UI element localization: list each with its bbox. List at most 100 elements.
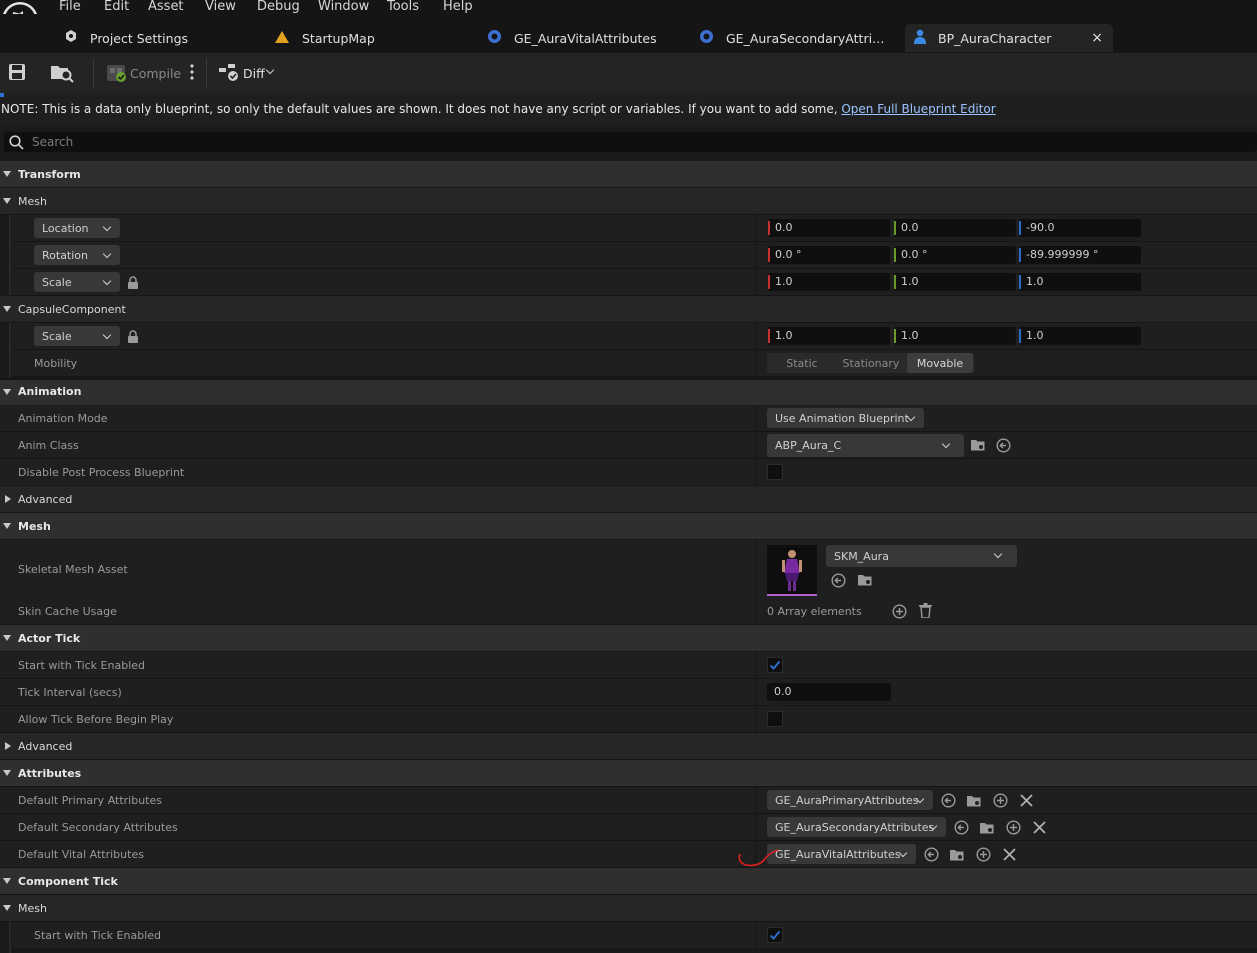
collapse-arrow-icon[interactable] bbox=[5, 495, 11, 503]
add-icon[interactable] bbox=[1006, 820, 1021, 838]
menu-asset[interactable]: Asset bbox=[148, 0, 184, 14]
use-selected-arrow-icon[interactable] bbox=[941, 793, 956, 811]
tab-bp-aura-character[interactable]: BP_AuraCharacter × bbox=[905, 24, 1113, 52]
lock-icon[interactable] bbox=[127, 330, 139, 346]
category-actor-tick[interactable] bbox=[0, 625, 1257, 652]
browse-folder-icon[interactable] bbox=[949, 848, 965, 865]
skeletal-mesh-dropdown[interactable]: SKM_Aura bbox=[826, 545, 1017, 567]
rotation-z-field[interactable]: -89.999999 ° bbox=[1019, 246, 1141, 264]
scale-y-field[interactable]: 1.0 bbox=[894, 273, 1016, 291]
capsule-scale-z-field[interactable]: 1.0 bbox=[1019, 327, 1141, 345]
animation-mode-dropdown[interactable]: Use Animation Blueprint bbox=[767, 408, 924, 428]
menu-help[interactable]: Help bbox=[443, 0, 473, 14]
diff-icon[interactable] bbox=[218, 63, 240, 86]
use-selected-arrow-icon[interactable] bbox=[831, 573, 846, 591]
advanced-animation-toggle[interactable] bbox=[0, 486, 1257, 513]
primary-attributes-dropdown[interactable]: GE_AuraPrimaryAttributes bbox=[767, 790, 933, 810]
use-selected-arrow-icon[interactable] bbox=[954, 820, 969, 838]
capsule-scale-x-field[interactable]: 1.0 bbox=[768, 327, 890, 345]
use-selected-arrow-icon[interactable] bbox=[924, 847, 939, 865]
allow-tick-checkbox[interactable] bbox=[767, 711, 783, 727]
save-icon[interactable] bbox=[8, 63, 26, 84]
tab-startup-map[interactable]: StartupMap bbox=[274, 24, 454, 52]
diff-button[interactable]: Diff bbox=[243, 66, 265, 81]
browse-folder-icon[interactable] bbox=[979, 821, 995, 838]
disable-post-process-checkbox[interactable] bbox=[767, 464, 783, 480]
expand-arrow-icon[interactable] bbox=[3, 523, 11, 529]
property-row-skin-cache-usage bbox=[0, 598, 1257, 625]
location-x-field[interactable]: 0.0 bbox=[768, 219, 890, 237]
expand-arrow-icon[interactable] bbox=[3, 635, 11, 641]
menu-debug[interactable]: Debug bbox=[257, 0, 300, 14]
accent-marker bbox=[0, 93, 4, 97]
search-input[interactable] bbox=[4, 132, 1257, 152]
location-y-field[interactable]: 0.0 bbox=[894, 219, 1016, 237]
rotation-mode-dropdown[interactable]: Rotation bbox=[34, 245, 120, 265]
browse-asset-icon[interactable] bbox=[50, 63, 74, 86]
add-icon[interactable] bbox=[976, 847, 991, 865]
expand-arrow-icon[interactable] bbox=[3, 171, 11, 177]
clear-x-icon[interactable] bbox=[1020, 794, 1033, 810]
category-component-tick[interactable] bbox=[0, 868, 1257, 895]
rotation-y-field[interactable]: 0.0 ° bbox=[894, 246, 1016, 264]
vital-attributes-dropdown[interactable]: GE_AuraVitalAttributes bbox=[767, 844, 916, 864]
column-divider bbox=[755, 787, 756, 813]
lock-icon[interactable] bbox=[127, 276, 139, 292]
expand-arrow-icon[interactable] bbox=[3, 198, 11, 204]
menu-file[interactable]: File bbox=[59, 0, 81, 14]
expand-arrow-icon[interactable] bbox=[3, 389, 11, 395]
property-row-mobility bbox=[12, 350, 1257, 377]
compile-button[interactable]: Compile bbox=[130, 66, 181, 81]
start-tick-checkbox[interactable] bbox=[767, 657, 783, 673]
mobility-stationary-option[interactable]: Stationary bbox=[837, 357, 905, 370]
use-selected-arrow-icon[interactable] bbox=[996, 438, 1011, 456]
expand-arrow-icon[interactable] bbox=[3, 770, 11, 776]
clear-x-icon[interactable] bbox=[1003, 848, 1016, 864]
mobility-static-option[interactable]: Static bbox=[771, 357, 833, 370]
scale-mode-dropdown[interactable]: Scale bbox=[34, 272, 120, 292]
add-element-icon[interactable] bbox=[892, 604, 907, 622]
add-icon[interactable] bbox=[993, 793, 1008, 811]
category-animation[interactable] bbox=[0, 378, 1257, 407]
menu-edit[interactable]: Edit bbox=[104, 0, 129, 14]
component-start-tick-checkbox[interactable] bbox=[767, 927, 783, 943]
expand-arrow-icon[interactable] bbox=[3, 306, 11, 312]
tab-ge-aura-secondary-attributes[interactable]: GE_AuraSecondaryAttri… bbox=[699, 24, 899, 52]
location-mode-dropdown[interactable]: Location bbox=[34, 218, 120, 238]
trash-icon[interactable] bbox=[919, 603, 932, 621]
expand-arrow-icon[interactable] bbox=[3, 878, 11, 884]
skeletal-mesh-thumbnail[interactable] bbox=[767, 545, 817, 596]
tick-interval-field[interactable]: 0.0 bbox=[767, 683, 891, 701]
scale-z-field[interactable]: 1.0 bbox=[1019, 273, 1141, 291]
compile-icon[interactable] bbox=[106, 63, 128, 86]
subcategory-capsule-component[interactable] bbox=[0, 296, 1257, 323]
subcategory-mesh[interactable] bbox=[0, 188, 1257, 215]
category-transform[interactable] bbox=[0, 161, 1257, 188]
expand-arrow-icon[interactable] bbox=[3, 905, 11, 911]
anim-class-dropdown[interactable]: ABP_Aura_C bbox=[767, 434, 964, 457]
mobility-movable-option[interactable]: Movable bbox=[907, 357, 973, 370]
advanced-actor-tick-toggle[interactable] bbox=[0, 733, 1257, 760]
close-tab-icon[interactable]: × bbox=[1091, 30, 1103, 46]
menu-window[interactable]: Window bbox=[318, 0, 369, 14]
capsule-scale-y-field[interactable]: 1.0 bbox=[894, 327, 1016, 345]
rotation-x-field[interactable]: 0.0 ° bbox=[768, 246, 890, 264]
collapse-arrow-icon[interactable] bbox=[5, 742, 11, 750]
menu-view[interactable]: View bbox=[205, 0, 236, 14]
category-mesh[interactable] bbox=[0, 513, 1257, 540]
location-z-field[interactable]: -90.0 bbox=[1019, 219, 1141, 237]
subcategory-mesh[interactable] bbox=[0, 895, 1257, 922]
menu-tools[interactable]: Tools bbox=[387, 0, 419, 14]
scale-x-field[interactable]: 1.0 bbox=[768, 273, 890, 291]
compile-options-icon[interactable] bbox=[190, 64, 194, 83]
clear-x-icon[interactable] bbox=[1033, 821, 1046, 837]
category-attributes[interactable] bbox=[0, 760, 1257, 787]
browse-folder-icon[interactable] bbox=[857, 573, 873, 590]
tab-project-settings[interactable]: Project Settings bbox=[62, 24, 262, 52]
secondary-attributes-dropdown[interactable]: GE_AuraSecondaryAttributes bbox=[767, 817, 946, 837]
tab-ge-aura-vital-attributes[interactable]: GE_AuraVitalAttributes bbox=[487, 24, 682, 52]
open-full-blueprint-editor-link[interactable]: Open Full Blueprint Editor bbox=[841, 102, 995, 116]
browse-folder-icon[interactable] bbox=[970, 438, 986, 455]
capsule-scale-mode-dropdown[interactable]: Scale bbox=[34, 326, 120, 346]
browse-folder-icon[interactable] bbox=[966, 794, 982, 811]
